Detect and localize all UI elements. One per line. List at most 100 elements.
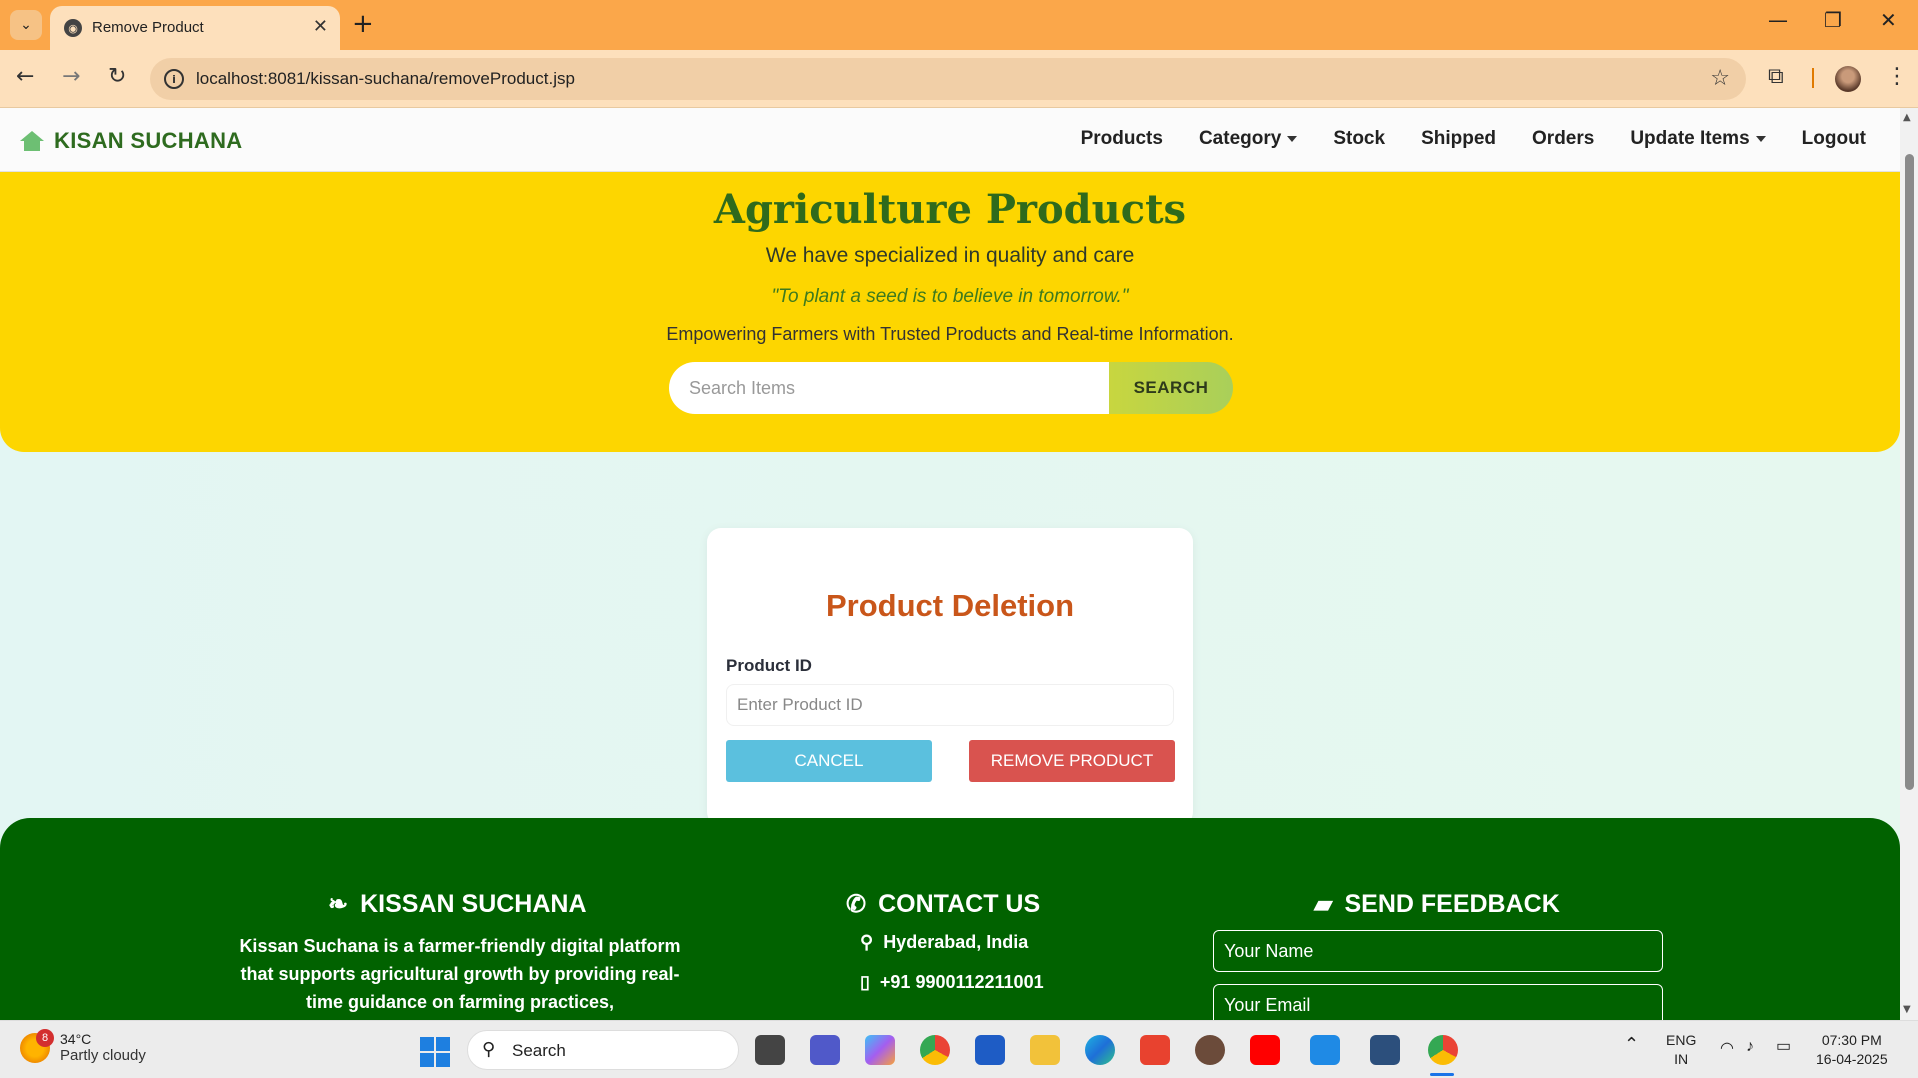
nav-category-label: Category [1198, 128, 1282, 149]
search-icon: ⚲ [482, 1039, 496, 1060]
search-button[interactable]: SEARCH [1109, 362, 1233, 414]
feedback-email-input[interactable] [1213, 984, 1663, 1020]
phone-icon: ✆ [846, 891, 867, 918]
chrome-profile-icon[interactable] [1428, 1035, 1458, 1065]
bookmark-star-icon[interactable]: ☆ [1710, 66, 1730, 91]
caret-down-icon [1755, 135, 1766, 142]
wps-icon[interactable] [1140, 1035, 1170, 1065]
window-close-icon[interactable]: ✕ [1880, 8, 1897, 32]
search-form: SEARCH [669, 362, 1233, 414]
search-input[interactable] [669, 362, 1111, 414]
nav-category[interactable]: Category [1181, 126, 1315, 152]
clock-date: 16-04-2025 [1816, 1051, 1888, 1067]
globe-icon: ◉ [64, 19, 82, 37]
lang-secondary: IN [1674, 1051, 1689, 1067]
footer-about-text: Kissan Suchana is a farmer-friendly digi… [239, 936, 681, 1012]
caret-down-icon [1287, 135, 1298, 142]
nav-menu: Products Category Stock Shipped Orders U… [1063, 126, 1884, 152]
windows-start-icon[interactable] [420, 1037, 450, 1067]
browser-toolbar: ← → ↻ i localhost:8081/kissan-suchana/re… [0, 50, 1918, 108]
hero-quote: "To plant a seed is to believe in tomorr… [771, 286, 1129, 307]
hero-title: Agriculture Products [713, 186, 1187, 233]
task-view-icon[interactable] [755, 1035, 785, 1065]
battery-icon[interactable]: ▭ [1776, 1037, 1791, 1056]
minimize-icon[interactable]: — [1768, 8, 1788, 32]
copilot-icon[interactable] [865, 1035, 895, 1065]
product-id-input[interactable] [726, 684, 1174, 726]
address-bar[interactable]: i localhost:8081/kissan-suchana/removePr… [150, 58, 1746, 100]
weather-temp: 34°C [60, 1031, 92, 1047]
footer-feedback-heading: ▰ SEND FEEDBACK [1314, 890, 1560, 919]
app-icon[interactable] [1195, 1035, 1225, 1065]
clock[interactable]: 07:30 PM 16-04-2025 [1816, 1031, 1888, 1069]
taskbar-search-label: Search [512, 1041, 566, 1060]
browser-tab[interactable]: ◉ Remove Product ✕ [50, 6, 340, 50]
language-indicator[interactable]: ENG IN [1666, 1031, 1696, 1069]
scroll-down-icon[interactable]: ▼ [1903, 1004, 1911, 1015]
remove-product-button[interactable]: REMOVE PRODUCT [969, 740, 1175, 782]
hero-subtitle: We have specialized in quality and care [765, 244, 1135, 267]
brand-name: KISAN SUCHANA [54, 128, 243, 153]
brand-link[interactable]: KISAN SUCHANA [20, 128, 242, 154]
weather-icon: 8 [20, 1028, 54, 1063]
nav-update-items[interactable]: Update Items [1612, 126, 1783, 152]
chevron-up-icon[interactable]: ⌃ [1624, 1035, 1639, 1054]
site-info-icon[interactable]: i [164, 69, 184, 89]
location-text: Hyderabad, India [883, 932, 1029, 952]
footer-about-title: KISSAN SUCHANA [360, 890, 587, 918]
back-icon[interactable]: ← [16, 64, 34, 89]
extensions-icon[interactable]: ⧉ [1768, 64, 1784, 89]
hero-tagline: Empowering Farmers with Trusted Products… [666, 324, 1234, 344]
volume-icon[interactable]: ♪ [1746, 1037, 1754, 1056]
tab-search-dropdown[interactable]: ⌄ [10, 10, 42, 40]
browser-menu-icon[interactable]: ⋮ [1886, 64, 1908, 89]
sql-developer-icon[interactable] [1370, 1035, 1400, 1065]
teams-icon[interactable] [810, 1035, 840, 1065]
new-tab-button[interactable]: + [352, 10, 374, 38]
forward-icon[interactable]: → [62, 64, 80, 89]
footer-contact-heading: ✆ CONTACT US [846, 890, 1040, 919]
nav-orders[interactable]: Orders [1514, 126, 1612, 152]
nav-stock[interactable]: Stock [1315, 126, 1403, 152]
cancel-button[interactable]: CANCEL [726, 740, 932, 782]
nav-logout[interactable]: Logout [1784, 126, 1884, 152]
feedback-name-input[interactable] [1213, 930, 1663, 972]
contact-location: ⚲ Hyderabad, India [860, 932, 1028, 953]
mobile-icon: ▯ [860, 972, 870, 992]
edge-icon[interactable] [1085, 1035, 1115, 1065]
store-icon[interactable] [975, 1035, 1005, 1065]
windows-taskbar: 8 34°C Partly cloudy ⚲ Search ⌃ ENG IN ◠… [0, 1020, 1918, 1078]
weather-desc: Partly cloudy [60, 1047, 146, 1064]
restore-icon[interactable]: ❐ [1824, 8, 1842, 32]
close-tab-icon[interactable]: ✕ [313, 16, 328, 37]
leaf-icon: ❧ [328, 891, 349, 918]
active-app-indicator [1430, 1073, 1454, 1076]
product-id-label: Product ID [726, 656, 812, 675]
site-footer: ❧ KISSAN SUCHANA Kissan Suchana is a far… [0, 818, 1900, 1020]
wifi-icon[interactable]: ◠ [1720, 1039, 1734, 1058]
file-explorer-icon[interactable] [1030, 1035, 1060, 1065]
profile-avatar[interactable] [1835, 66, 1861, 92]
hero-banner: Agriculture Products We have specialized… [0, 172, 1900, 452]
contact-phone: ▯ +91 9900112211001 [860, 972, 1044, 993]
scrollbar-thumb[interactable] [1905, 154, 1914, 790]
comment-icon: ▰ [1314, 891, 1333, 918]
page-viewport: KISAN SUCHANA Products Category Stock Sh… [0, 108, 1900, 1020]
toolbar-divider [1812, 68, 1814, 88]
footer-about-heading: ❧ KISSAN SUCHANA [328, 890, 587, 919]
product-deletion-card: Product Deletion Product ID CANCEL REMOV… [707, 528, 1193, 826]
nav-shipped[interactable]: Shipped [1403, 126, 1514, 152]
tab-title: Remove Product [92, 19, 204, 36]
nav-update-items-label: Update Items [1630, 128, 1750, 149]
nav-products[interactable]: Products [1063, 126, 1181, 152]
reload-icon[interactable]: ↻ [108, 64, 126, 89]
youtube-icon[interactable] [1250, 1035, 1280, 1065]
vscode-icon[interactable] [1310, 1035, 1340, 1065]
chrome-icon[interactable] [920, 1035, 950, 1065]
scroll-up-icon[interactable]: ▲ [1903, 112, 1911, 123]
weather-widget[interactable]: 8 34°C Partly cloudy [20, 1028, 146, 1064]
footer-feedback-title: SEND FEEDBACK [1344, 890, 1560, 918]
taskbar-search[interactable]: ⚲ Search [467, 1030, 739, 1070]
footer-contact-title: CONTACT US [878, 890, 1041, 918]
browser-tabbar: ⌄ ◉ Remove Product ✕ + — ❐ ✕ [0, 0, 1918, 50]
